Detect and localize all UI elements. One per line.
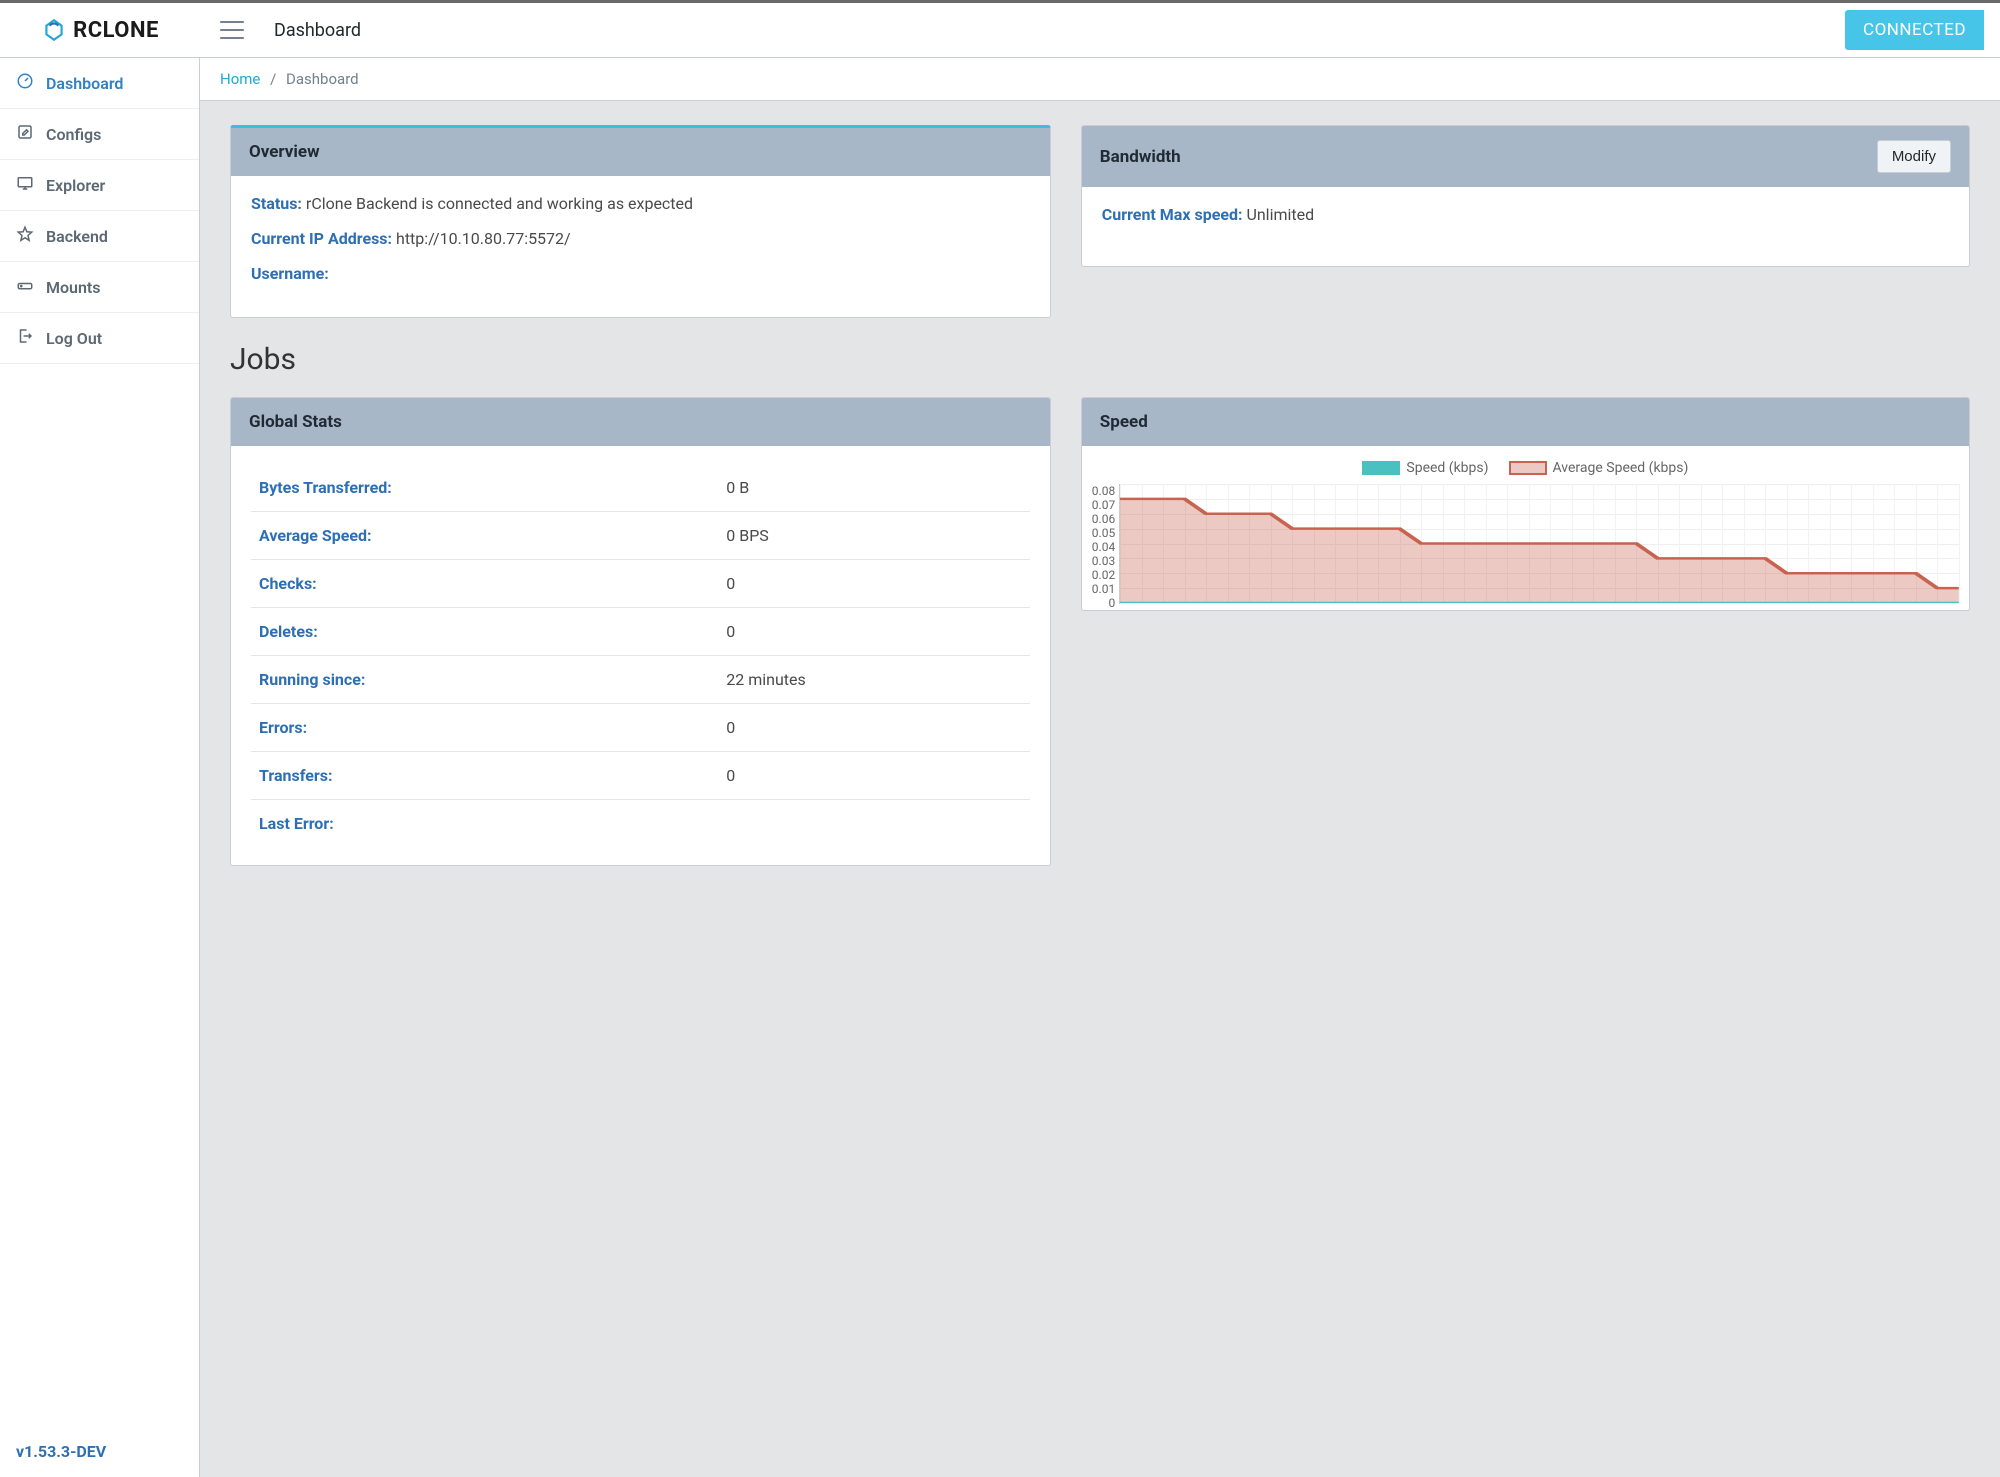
speed-title: Speed [1082, 398, 1969, 446]
sidebar-item-configs[interactable]: Configs [0, 109, 199, 160]
stats-value: 0 [718, 560, 1030, 608]
stats-row: Errors:0 [251, 704, 1030, 752]
stats-row: Average Speed:0 BPS [251, 512, 1030, 560]
connection-status-badge[interactable]: CONNECTED [1845, 10, 1984, 50]
sidebar-item-dashboard[interactable]: Dashboard [0, 58, 199, 109]
overview-card: Overview Status: rClone Backend is conne… [230, 125, 1051, 318]
sidebar-item-label: Mounts [46, 278, 101, 297]
stats-label: Errors: [251, 704, 718, 752]
global-stats-title: Global Stats [231, 398, 1050, 446]
sidebar-item-log-out[interactable]: Log Out [0, 313, 199, 364]
sidebar: Dashboard Configs Explorer Backend Mounts Log… [0, 58, 200, 1477]
stats-row: Running since:22 minutes [251, 656, 1030, 704]
logout-icon [16, 327, 34, 349]
max-speed-label: Current Max speed: [1102, 205, 1243, 224]
overview-title: Overview [231, 128, 1050, 176]
jobs-heading: Jobs [230, 342, 1970, 377]
bandwidth-title: Bandwidth [1100, 147, 1181, 167]
stats-label: Transfers: [251, 752, 718, 800]
breadcrumb: Home / Dashboard [200, 58, 2000, 101]
status-label: Status: [251, 194, 302, 213]
stats-label: Running since: [251, 656, 718, 704]
breadcrumb-current: Dashboard [286, 70, 359, 88]
stats-row: Deletes:0 [251, 608, 1030, 656]
sidebar-item-label: Backend [46, 227, 108, 246]
gauge-icon [16, 72, 34, 94]
stats-value: 0 B [718, 464, 1030, 512]
stats-label: Average Speed: [251, 512, 718, 560]
app-header: RCLONE Dashboard CONNECTED [0, 3, 2000, 58]
stats-label: Bytes Transferred: [251, 464, 718, 512]
stats-row: Last Error: [251, 800, 1030, 848]
logo[interactable]: RCLONE [0, 17, 200, 43]
max-speed-value: Unlimited [1246, 205, 1314, 224]
chart-legend: Speed (kbps) Average Speed (kbps) [1092, 460, 1959, 476]
stats-row: Transfers:0 [251, 752, 1030, 800]
stats-label: Last Error: [251, 800, 718, 848]
speed-card: Speed Speed (kbps) Average Speed (kbps) … [1081, 397, 1970, 611]
stats-label: Deletes: [251, 608, 718, 656]
global-stats-card: Global Stats Bytes Transferred:0 BAverag… [230, 397, 1051, 866]
stats-value: 0 BPS [718, 512, 1030, 560]
ip-label: Current IP Address: [251, 229, 392, 248]
bandwidth-card: Bandwidth Modify Current Max speed: Unli… [1081, 125, 1970, 267]
status-value: rClone Backend is connected and working … [306, 194, 693, 213]
version-label: v1.53.3-DEV [0, 1426, 199, 1477]
ip-value: http://10.10.80.77:5572/ [396, 229, 571, 248]
sidebar-item-label: Explorer [46, 176, 105, 195]
sidebar-item-mounts[interactable]: Mounts [0, 262, 199, 313]
stats-row: Checks:0 [251, 560, 1030, 608]
stats-value: 0 [718, 608, 1030, 656]
monitor-icon [16, 174, 34, 196]
stats-value: 0 [718, 704, 1030, 752]
page-title: Dashboard [274, 20, 361, 41]
logo-text: RCLONE [73, 18, 159, 43]
sidebar-item-explorer[interactable]: Explorer [0, 160, 199, 211]
rclone-logo-icon [41, 17, 67, 43]
stats-label: Checks: [251, 560, 718, 608]
sidebar-item-label: Configs [46, 125, 101, 144]
stats-value: 0 [718, 752, 1030, 800]
sidebar-item-label: Log Out [46, 329, 102, 348]
sidebar-item-label: Dashboard [46, 74, 123, 93]
star-icon [16, 225, 34, 247]
stats-value: 22 minutes [718, 656, 1030, 704]
modify-button[interactable]: Modify [1877, 140, 1951, 173]
sidebar-item-backend[interactable]: Backend [0, 211, 199, 262]
menu-toggle-icon[interactable] [220, 21, 244, 39]
speed-chart: 0.080.070.060.050.040.030.020.010 [1092, 484, 1959, 604]
username-label: Username: [251, 264, 329, 283]
stats-value [718, 800, 1030, 848]
drive-icon [16, 276, 34, 298]
stats-row: Bytes Transferred:0 B [251, 464, 1030, 512]
pencil-square-icon [16, 123, 34, 145]
breadcrumb-home-link[interactable]: Home [220, 70, 260, 88]
